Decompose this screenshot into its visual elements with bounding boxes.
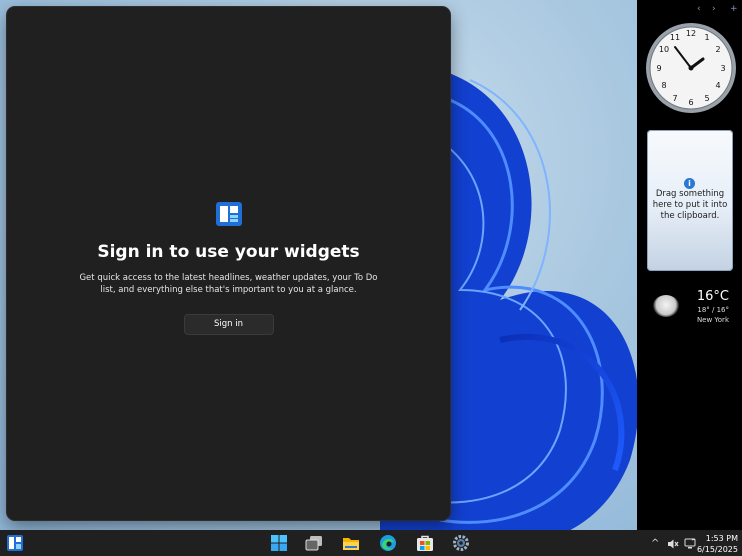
clipboard-gadget[interactable]: i Drag something here to put it into the…	[647, 130, 733, 271]
clock-numeral: 5	[704, 94, 709, 103]
weather-range: 18° / 16°	[697, 306, 729, 314]
settings-icon[interactable]	[452, 534, 472, 552]
clock-numeral: 12	[686, 29, 696, 38]
info-icon: i	[684, 178, 695, 189]
sidebar-add-gadget-button[interactable]: +	[730, 4, 738, 14]
taskbar: ^ 1:53 PM 6/15/2025	[0, 530, 742, 556]
edge-icon[interactable]	[379, 534, 399, 552]
widgets-signin-prompt: Sign in to use your widgets Get quick ac…	[7, 202, 450, 335]
sign-in-button[interactable]: Sign in	[183, 314, 274, 335]
tray-overflow-chevron[interactable]: ^	[651, 538, 659, 549]
task-view-icon[interactable]	[305, 534, 325, 552]
clock-numeral: 2	[715, 45, 720, 54]
widgets-description: Get quick access to the latest headlines…	[79, 273, 378, 295]
taskbar-date: 6/15/2025	[696, 545, 738, 554]
weather-gadget[interactable]: 16°C 18° / 16° New York	[647, 285, 737, 327]
clock-numeral: 10	[659, 45, 669, 54]
clock-gadget[interactable]: 12 1 2 3 4 5 6 7 8 9 10 11	[645, 22, 737, 114]
weather-city: New York	[696, 316, 729, 324]
clock-numeral: 1	[704, 33, 709, 42]
widgets-logo-icon	[215, 202, 242, 226]
gadget-sidebar: ‹ › + 12 1 2 3 4 5 6 7 8 9 10 11 i Drag …	[637, 0, 742, 530]
store-icon[interactable]	[416, 534, 436, 552]
speaker-muted-icon[interactable]	[667, 538, 679, 553]
clipboard-hint: Drag something here to put it into the c…	[652, 189, 728, 221]
network-icon[interactable]	[684, 538, 696, 553]
weather-temperature: 16°C	[696, 289, 729, 304]
widgets-icon[interactable]	[6, 534, 26, 552]
clock-numeral: 7	[672, 94, 677, 103]
clock-numeral: 4	[715, 81, 720, 90]
taskbar-time: 1:53 PM	[705, 534, 738, 543]
clock-numeral: 11	[670, 33, 680, 42]
sidebar-prev-button[interactable]: ‹	[697, 4, 701, 14]
sidebar-next-button[interactable]: ›	[712, 4, 716, 14]
cloud-icon	[653, 295, 679, 317]
widgets-title: Sign in to use your widgets	[97, 242, 360, 262]
clock-numeral: 6	[688, 98, 693, 107]
file-explorer-icon[interactable]	[342, 534, 362, 552]
taskbar-clock[interactable]: 1:53 PM 6/15/2025	[697, 533, 738, 555]
clock-numeral: 8	[661, 81, 666, 90]
start-icon[interactable]	[270, 534, 290, 552]
widgets-board: Sign in to use your widgets Get quick ac…	[7, 7, 450, 520]
clock-numeral: 3	[720, 64, 725, 73]
clock-numeral: 9	[656, 64, 661, 73]
